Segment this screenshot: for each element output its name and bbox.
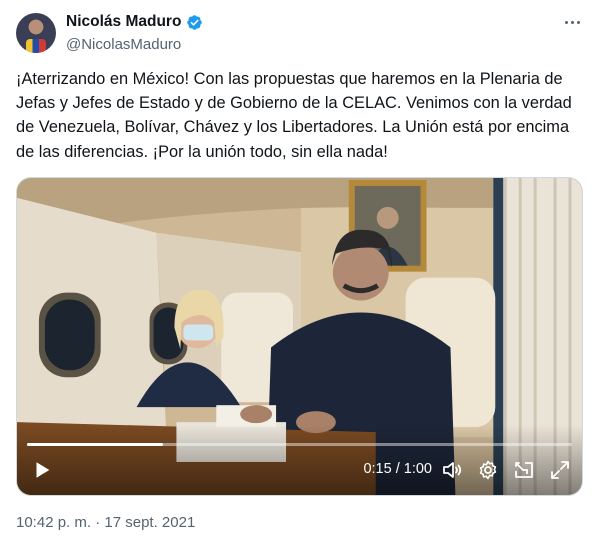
- fullscreen-icon[interactable]: [548, 458, 572, 482]
- author-row: Nicolás Maduro: [66, 13, 203, 31]
- video-controls: 0:15 / 1:00: [17, 445, 582, 495]
- verified-badge-icon: [187, 14, 203, 30]
- tweet-card: Nicolás Maduro @NicolasMaduro ¡Aterrizan…: [0, 0, 600, 547]
- time-display: 0:15 / 1:00: [363, 461, 432, 477]
- avatar[interactable]: [16, 13, 56, 53]
- tweet-timestamp[interactable]: 10:42 p. m. · 17 sept. 2021: [16, 514, 195, 531]
- video-player[interactable]: 0:15 / 1:00: [16, 177, 583, 496]
- tweet-text: ¡Aterrizando en México! Con las propuest…: [16, 70, 572, 161]
- volume-icon[interactable]: [440, 458, 464, 482]
- more-dots-icon[interactable]: [560, 14, 584, 30]
- play-icon[interactable]: [31, 459, 53, 481]
- popout-icon[interactable]: [512, 458, 536, 482]
- author-handle[interactable]: @NicolasMaduro: [66, 36, 181, 53]
- gear-icon[interactable]: [476, 458, 500, 482]
- author-name[interactable]: Nicolás Maduro: [66, 13, 181, 31]
